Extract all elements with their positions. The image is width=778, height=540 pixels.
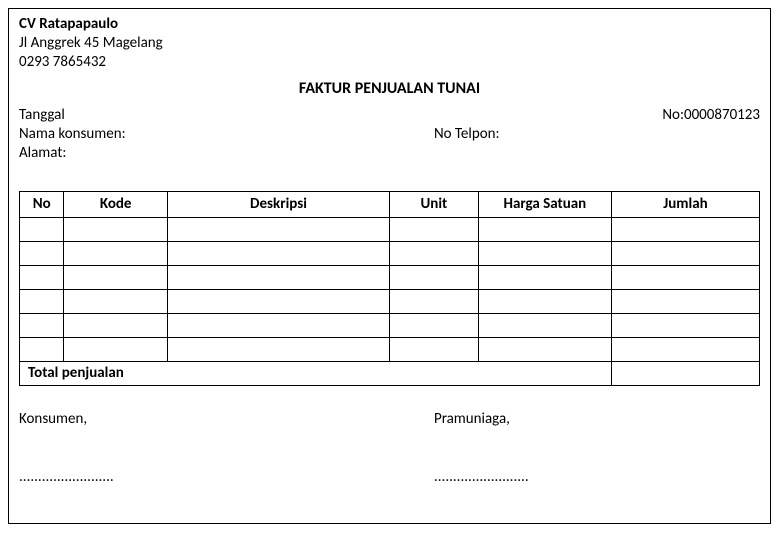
- cell-kode: [64, 265, 168, 289]
- cell-jumlah: [611, 337, 759, 361]
- line-items-table: No Kode Deskripsi Unit Harga Satuan Juml…: [19, 191, 760, 386]
- cell-unit: [389, 217, 478, 241]
- konsumen-sign-line: .........................: [19, 468, 434, 486]
- cell-harga: [478, 313, 611, 337]
- cell-unit: [389, 313, 478, 337]
- table-row: [20, 217, 760, 241]
- cell-deskripsi: [167, 265, 389, 289]
- cell-unit: [389, 241, 478, 265]
- konsumen-sign-label: Konsumen,: [19, 410, 434, 428]
- cell-no: [20, 337, 64, 361]
- meta-block: Tanggal No:0000870123 Nama konsumen: No …: [19, 106, 760, 162]
- line-items-table-wrap: No Kode Deskripsi Unit Harga Satuan Juml…: [19, 191, 760, 386]
- total-row: Total penjualan: [20, 361, 760, 385]
- cell-deskripsi: [167, 289, 389, 313]
- col-header-deskripsi: Deskripsi: [167, 191, 389, 217]
- cell-jumlah: [611, 265, 759, 289]
- cell-harga: [478, 241, 611, 265]
- no-value: 0000870123: [684, 106, 760, 124]
- cell-no: [20, 217, 64, 241]
- company-phone: 0293 7865432: [19, 53, 760, 72]
- no-label: No:: [662, 106, 684, 124]
- table-row: [20, 313, 760, 337]
- col-header-harga-satuan: Harga Satuan: [478, 191, 611, 217]
- tanggal-label: Tanggal: [19, 106, 65, 124]
- cell-jumlah: [611, 217, 759, 241]
- table-row: [20, 289, 760, 313]
- total-value: [611, 361, 759, 385]
- cell-unit: [389, 289, 478, 313]
- cell-no: [20, 313, 64, 337]
- cell-kode: [64, 289, 168, 313]
- total-label: Total penjualan: [20, 361, 612, 385]
- cell-unit: [389, 265, 478, 289]
- cell-kode: [64, 241, 168, 265]
- table-row: [20, 241, 760, 265]
- pramuniaga-sign-line: .........................: [434, 468, 760, 486]
- cell-harga: [478, 265, 611, 289]
- pramuniaga-sign-label: Pramuniaga,: [434, 410, 760, 428]
- cell-deskripsi: [167, 241, 389, 265]
- cell-jumlah: [611, 289, 759, 313]
- col-header-unit: Unit: [389, 191, 478, 217]
- nama-konsumen-label: Nama konsumen:: [19, 125, 126, 143]
- no-telpon-label: No Telpon:: [434, 125, 500, 143]
- company-name: CV Ratapapaulo: [19, 15, 760, 34]
- col-header-kode: Kode: [64, 191, 168, 217]
- col-header-jumlah: Jumlah: [611, 191, 759, 217]
- cell-harga: [478, 289, 611, 313]
- cell-deskripsi: [167, 337, 389, 361]
- cell-deskripsi: [167, 313, 389, 337]
- cell-kode: [64, 313, 168, 337]
- cell-unit: [389, 337, 478, 361]
- alamat-label: Alamat:: [19, 144, 66, 162]
- cell-kode: [64, 217, 168, 241]
- cell-kode: [64, 337, 168, 361]
- invoice-sheet: CV Ratapapaulo Jl Anggrek 45 Magelang 02…: [8, 8, 771, 524]
- company-address: Jl Anggrek 45 Magelang: [19, 34, 760, 53]
- cell-jumlah: [611, 313, 759, 337]
- cell-harga: [478, 217, 611, 241]
- cell-harga: [478, 337, 611, 361]
- cell-no: [20, 241, 64, 265]
- table-header-row: No Kode Deskripsi Unit Harga Satuan Juml…: [20, 191, 760, 217]
- document-title: FAKTUR PENJUALAN TUNAI: [19, 79, 760, 98]
- col-header-no: No: [20, 191, 64, 217]
- table-row: [20, 337, 760, 361]
- signature-block: Konsumen, ......................... Pram…: [19, 410, 760, 486]
- cell-no: [20, 289, 64, 313]
- table-row: [20, 265, 760, 289]
- cell-deskripsi: [167, 217, 389, 241]
- company-block: CV Ratapapaulo Jl Anggrek 45 Magelang 02…: [19, 15, 760, 71]
- cell-jumlah: [611, 241, 759, 265]
- cell-no: [20, 265, 64, 289]
